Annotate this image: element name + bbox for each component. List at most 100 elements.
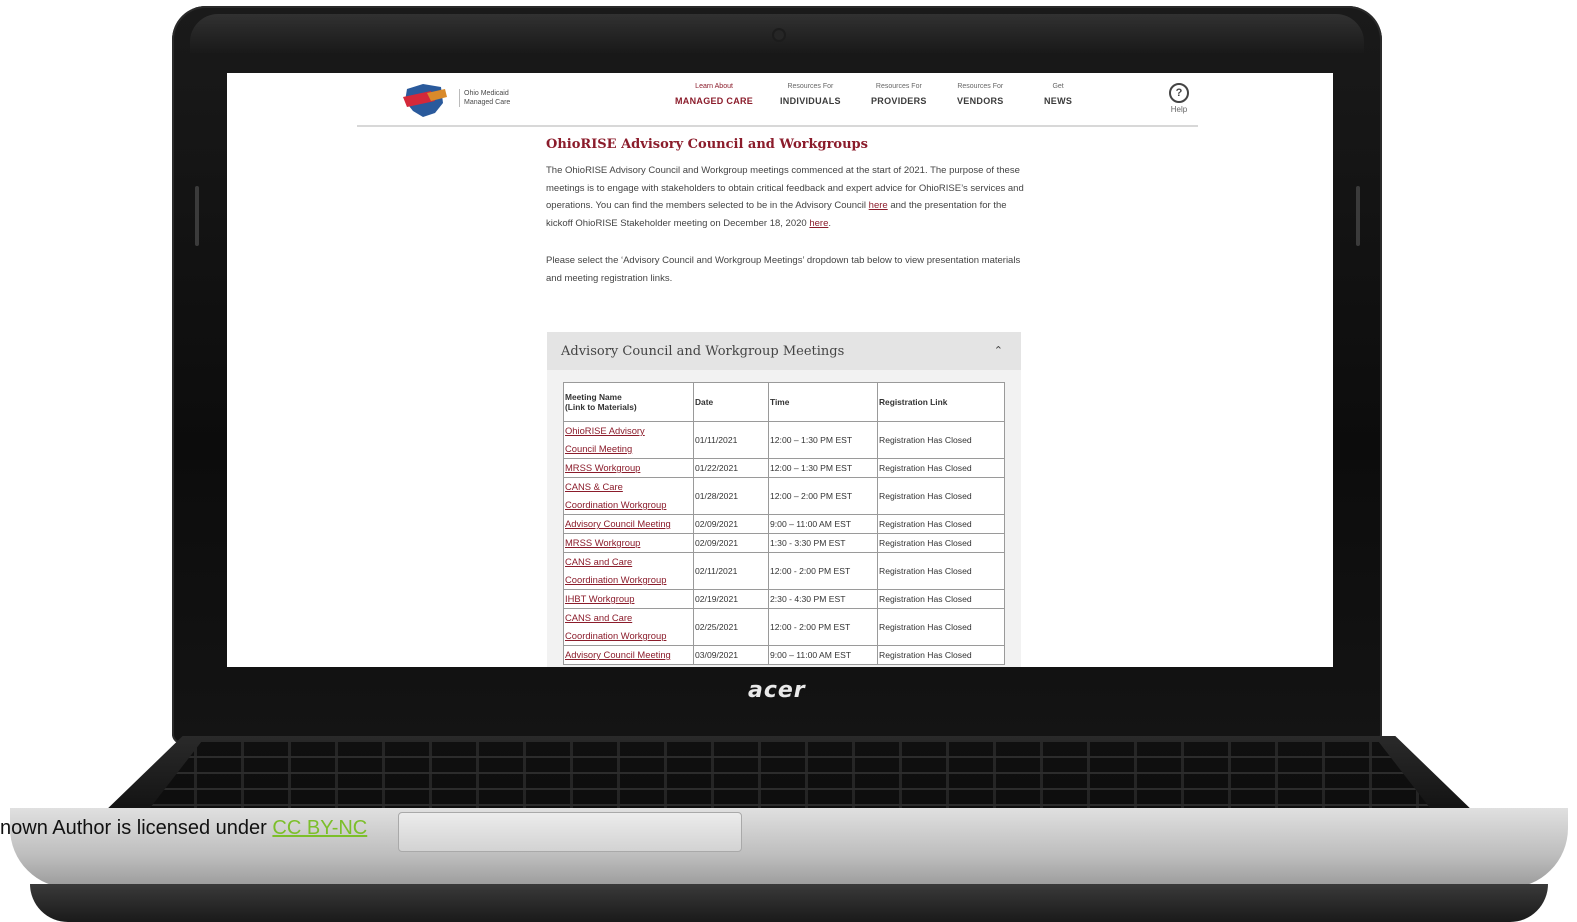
accordion-title: Advisory Council and Workgroup Meetings — [561, 344, 845, 359]
meeting-name-cell: IHBT Workgroup — [563, 589, 694, 609]
date-cell: 02/19/2021 — [693, 589, 769, 609]
time-cell: 1:30 - 3:30 PM EST — [768, 533, 878, 553]
meeting-name-cell: OhioRISE Advisory Council Meeting — [563, 421, 694, 459]
header-date: Date — [693, 382, 769, 422]
meeting-name-cell: MRSS Workgroup — [563, 458, 694, 478]
nav-big-label: VENDORS — [957, 96, 1004, 106]
header-meeting-name: Meeting Name (Link to Materials) — [563, 382, 694, 422]
main-content: OhioRISE Advisory Council and Workgroups… — [546, 137, 1024, 288]
meeting-link[interactable]: CANS & Care — [565, 481, 623, 492]
nav-managed-care[interactable]: Learn About MANAGED CARE — [675, 83, 753, 106]
nav-small-label: Resources For — [957, 83, 1004, 90]
hinge-right — [1356, 186, 1360, 246]
meeting-name-cell: CANS and Care Coordination Workgroup — [563, 608, 694, 646]
nav-small-label: Resources For — [787, 83, 834, 90]
registration-cell: Registration Has Closed — [877, 552, 1005, 590]
advisory-members-link[interactable]: here — [869, 200, 888, 211]
intro-text-c: . — [828, 217, 831, 229]
date-cell: 02/11/2021 — [693, 552, 769, 590]
laptop-base-edge — [30, 884, 1548, 922]
ohio-logo-icon[interactable] — [401, 81, 449, 119]
nav-individuals[interactable]: Resources For INDIVIDUALS — [780, 83, 841, 106]
meeting-name-cell: MRSS Workgroup — [563, 533, 694, 553]
meeting-link[interactable]: CANS and Care — [565, 556, 632, 567]
nav-small-label: Learn About — [695, 83, 733, 90]
keyboard-rows — [150, 742, 1430, 808]
table-row: Advisory Council Meeting 03/09/2021 9:00… — [563, 645, 1005, 665]
registration-cell: Registration Has Closed — [877, 514, 1005, 534]
time-cell: 12:00 - 2:00 PM EST — [768, 552, 878, 590]
time-cell: 9:00 – 11:00 AM EST — [768, 514, 878, 534]
registration-cell: Registration Has Closed — [877, 477, 1005, 515]
logo-text: Ohio Medicaid Managed Care — [459, 89, 534, 107]
registration-cell: Registration Has Closed — [877, 533, 1005, 553]
meeting-name-cell: CANS and Care Coordination Workgroup — [563, 552, 694, 590]
date-cell: 01/28/2021 — [693, 477, 769, 515]
nav-big-label: PROVIDERS — [871, 96, 927, 106]
registration-cell: Registration Has Closed — [877, 589, 1005, 609]
meeting-name-cell: CANS & Care Coordination Workgroup — [563, 477, 694, 515]
time-cell: 12:00 - 2:00 PM EST — [768, 608, 878, 646]
image-credit: nown Author is licensed under CC BY-NC — [0, 817, 367, 840]
accordion-header[interactable]: Advisory Council and Workgroup Meetings … — [547, 332, 1021, 370]
time-cell: 12:00 – 2:00 PM EST — [768, 477, 878, 515]
nav-providers[interactable]: Resources For PROVIDERS — [871, 83, 927, 106]
instruction-paragraph: Please select the ‘Advisory Council and … — [546, 255, 1021, 284]
meeting-link[interactable]: Coordination Workgroup — [565, 574, 666, 585]
meeting-link[interactable]: MRSS Workgroup — [565, 537, 640, 548]
header-meeting-line1: Meeting Name — [565, 392, 622, 402]
nav-big-label: INDIVIDUALS — [780, 96, 841, 106]
site-header: Ohio Medicaid Managed Care Learn About M… — [357, 73, 1198, 127]
help-button[interactable]: ? Help — [1169, 83, 1189, 114]
date-cell: 03/09/2021 — [693, 645, 769, 665]
touchpad — [398, 812, 742, 852]
nav-news[interactable]: Get NEWS — [1044, 83, 1072, 106]
meeting-link[interactable]: Advisory Council Meeting — [565, 649, 671, 660]
credit-license-link[interactable]: CC BY-NC — [272, 817, 367, 839]
credit-text: nown Author is licensed under — [0, 817, 273, 839]
header-registration: Registration Link — [877, 382, 1005, 422]
meetings-table: Meeting Name (Link to Materials) Date Tim… — [563, 382, 1005, 665]
table-row: IHBT Workgroup 02/19/2021 2:30 - 4:30 PM… — [563, 589, 1005, 609]
table-row: Advisory Council Meeting 02/09/2021 9:00… — [563, 514, 1005, 534]
meeting-name-cell: Advisory Council Meeting — [563, 645, 694, 665]
meeting-link[interactable]: Council Meeting — [565, 443, 632, 454]
meeting-link[interactable]: Advisory Council Meeting — [565, 518, 671, 529]
nav-small-label: Resources For — [875, 83, 922, 90]
table-row: CANS and Care Coordination Workgroup 02/1… — [563, 552, 1005, 590]
date-cell: 02/09/2021 — [693, 514, 769, 534]
time-cell: 9:00 – 11:00 AM EST — [768, 645, 878, 665]
help-label: Help — [1170, 105, 1188, 114]
registration-cell: Registration Has Closed — [877, 645, 1005, 665]
laptop-screen: Ohio Medicaid Managed Care Learn About M… — [227, 73, 1333, 667]
meeting-link[interactable]: MRSS Workgroup — [565, 462, 640, 473]
date-cell: 02/25/2021 — [693, 608, 769, 646]
meeting-link[interactable]: IHBT Workgroup — [565, 593, 634, 604]
question-circle-icon: ? — [1169, 83, 1189, 103]
header-time: Time — [768, 382, 878, 422]
table-row: MRSS Workgroup 01/22/2021 12:00 – 1:30 P… — [563, 458, 1005, 478]
table-row: MRSS Workgroup 02/09/2021 1:30 - 3:30 PM… — [563, 533, 1005, 553]
meeting-link[interactable]: CANS and Care — [565, 612, 632, 623]
webcam-icon — [772, 28, 786, 42]
meetings-accordion: Advisory Council and Workgroup Meetings … — [547, 332, 1021, 667]
meeting-link[interactable]: OhioRISE Advisory — [565, 425, 645, 436]
registration-cell: Registration Has Closed — [877, 421, 1005, 459]
date-cell: 01/22/2021 — [693, 458, 769, 478]
nav-vendors[interactable]: Resources For VENDORS — [957, 83, 1004, 106]
meeting-link[interactable]: Coordination Workgroup — [565, 499, 666, 510]
date-cell: 01/11/2021 — [693, 421, 769, 459]
time-cell: 2:30 - 4:30 PM EST — [768, 589, 878, 609]
header-meeting-line2: (Link to Materials) — [565, 402, 637, 412]
time-cell: 12:00 – 1:30 PM EST — [768, 421, 878, 459]
time-cell: 12:00 – 1:30 PM EST — [768, 458, 878, 478]
laptop-brand-logo: acer — [748, 678, 806, 703]
table-row: CANS and Care Coordination Workgroup 02/2… — [563, 608, 1005, 646]
meeting-link[interactable]: Coordination Workgroup — [565, 630, 666, 641]
chevron-up-icon[interactable]: ⌃ — [994, 344, 1003, 357]
registration-cell: Registration Has Closed — [877, 458, 1005, 478]
table-row: CANS & Care Coordination Workgroup 01/28/… — [563, 477, 1005, 515]
table-header-row: Meeting Name (Link to Materials) Date Tim… — [563, 382, 1005, 422]
kickoff-presentation-link[interactable]: here — [809, 218, 828, 229]
table-row: OhioRISE Advisory Council Meeting 01/11/2… — [563, 421, 1005, 459]
